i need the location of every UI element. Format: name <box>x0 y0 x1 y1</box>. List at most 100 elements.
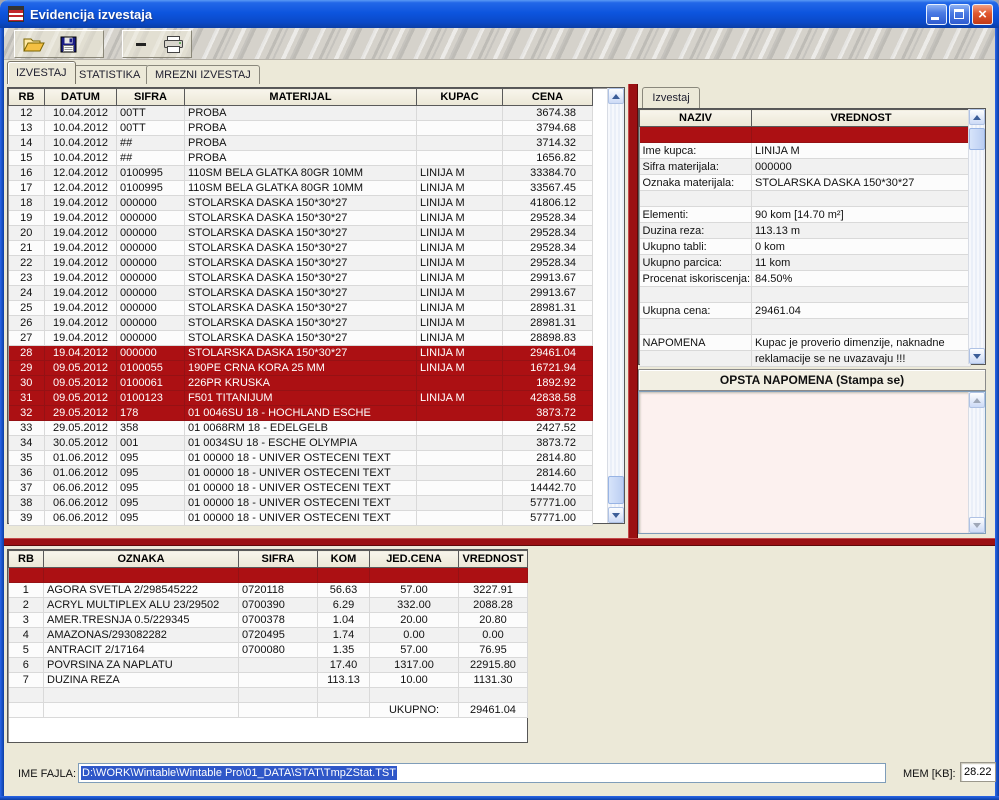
detail-row[interactable]: Duzina reza:113.13 m <box>640 223 971 239</box>
col-header-kom[interactable]: KOM <box>318 551 370 568</box>
col-header-kupac[interactable]: KUPAC <box>417 89 503 106</box>
breakdown-row[interactable]: 1AGORA SVETLA 2/298545222 072011856.63 5… <box>9 583 528 598</box>
col-header-rb[interactable]: RB <box>9 89 45 106</box>
mem-value-field[interactable]: 28.22 <box>960 762 996 782</box>
opsta-napomena-memo[interactable] <box>638 391 986 534</box>
material-row[interactable]: 2219.04.2012 000000STOLARSKA DASKA 150*3… <box>9 256 593 271</box>
detail-row[interactable]: Ukupno parcica:11 kom <box>640 255 971 271</box>
material-row[interactable]: 1310.04.2012 00TTPROBA 3794.68 <box>9 121 593 136</box>
col-header-sifra[interactable]: SIFRA <box>239 551 318 568</box>
material-row[interactable]: 1919.04.2012 000000STOLARSKA DASKA 150*3… <box>9 211 593 226</box>
breakdown-row[interactable]: UKUPNO:29461.04 <box>9 703 528 718</box>
col-header-datum[interactable]: DATUM <box>45 89 117 106</box>
tab-izvestaj[interactable]: IZVESTAJ <box>7 61 76 84</box>
material-row[interactable]: 2619.04.2012 000000STOLARSKA DASKA 150*3… <box>9 316 593 331</box>
material-row[interactable]: 2019.04.2012 000000STOLARSKA DASKA 150*3… <box>9 226 593 241</box>
print-button[interactable] <box>161 32 185 56</box>
breakdown-row[interactable]: 6POVRSINA ZA NAPLATU 17.40 1317.0022915.… <box>9 658 528 673</box>
col-header-jed-cena[interactable]: JED.CENA <box>370 551 459 568</box>
material-row[interactable]: 1819.04.2012 000000STOLARSKA DASKA 150*3… <box>9 196 593 211</box>
breakdown-row[interactable]: 5ANTRACIT 2/17164 07000801.35 57.0076.95 <box>9 643 528 658</box>
material-row[interactable]: 3109.05.2012 0100123F501 TITANIJUM LINIJ… <box>9 391 593 406</box>
scroll-up-button[interactable] <box>608 88 624 104</box>
col-header-cena[interactable]: CENA <box>503 89 593 106</box>
col-header-vrednost[interactable]: VREDNOST <box>459 551 528 568</box>
main-tabstrip: IZVESTAJ STATISTIKA MREZNI IZVESTAJ <box>4 60 995 84</box>
material-row[interactable]: 3009.05.2012 0100061226PR KRUSKA 1892.92 <box>9 376 593 391</box>
col-header-oznaka[interactable]: OZNAKA <box>44 551 239 568</box>
client-area: RB DATUM SIFRA MATERIJAL KUPAC CENA 1210… <box>4 84 995 796</box>
save-button[interactable] <box>55 32 81 56</box>
scroll-up-button[interactable] <box>969 392 985 408</box>
material-row[interactable]: 2419.04.2012 000000STOLARSKA DASKA 150*3… <box>9 286 593 301</box>
material-row[interactable]: 1410.04.2012 ##PROBA 3714.32 <box>9 136 593 151</box>
col-header-rb[interactable]: RB <box>9 551 44 568</box>
materials-scrollbar[interactable] <box>607 88 624 523</box>
material-row[interactable]: 3501.06.2012 09501 00000 18 - UNIVER OST… <box>9 451 593 466</box>
memo-scrollbar[interactable] <box>968 392 985 533</box>
detail-row[interactable]: Sifra materijala:000000 <box>640 159 971 175</box>
material-row[interactable]: 1510.04.2012 ##PROBA 1656.82 <box>9 151 593 166</box>
material-row[interactable]: 3329.05.2012 35801 0068RM 18 - EDELGELB … <box>9 421 593 436</box>
material-row[interactable]: 1210.04.2012 00TTPROBA 3674.38 <box>9 106 593 121</box>
scroll-up-button[interactable] <box>969 109 985 125</box>
detail-row[interactable]: NAPOMENAKupac je proverio dimenzije, nak… <box>640 335 971 351</box>
material-row[interactable]: 1612.04.2012 0100995110SM BELA GLATKA 80… <box>9 166 593 181</box>
material-row[interactable]: 2519.04.2012 000000STOLARSKA DASKA 150*3… <box>9 301 593 316</box>
detail-row[interactable]: Oznaka materijala:STOLARSKA DASKA 150*30… <box>640 175 971 191</box>
detail-row[interactable]: Elementi:90 kom [14.70 m²] <box>640 207 971 223</box>
arrow-up-icon <box>973 398 981 403</box>
detail-tab-izvestaj[interactable]: Izvestaj <box>642 87 700 108</box>
detail-scrollbar[interactable] <box>968 109 985 364</box>
vertical-splitter[interactable] <box>628 84 638 538</box>
material-row[interactable]: 2719.04.2012 000000STOLARSKA DASKA 150*3… <box>9 331 593 346</box>
material-row[interactable]: 2909.05.2012 0100055190PE CRNA KORA 25 M… <box>9 361 593 376</box>
detail-row[interactable]: Ime kupca:LINIJA M <box>640 143 971 159</box>
remove-button[interactable] <box>129 32 153 56</box>
material-row[interactable]: 3706.06.2012 09501 00000 18 - UNIVER OST… <box>9 481 593 496</box>
minimize-button[interactable] <box>926 4 947 25</box>
breakdown-row[interactable]: 4AMAZONAS/293082282 07204951.74 0.000.00 <box>9 628 528 643</box>
col-header-materijal[interactable]: MATERIJAL <box>185 89 417 106</box>
breakdown-row[interactable] <box>9 688 528 703</box>
col-header-vrednost[interactable]: VREDNOST <box>752 110 971 127</box>
materials-grid: RB DATUM SIFRA MATERIJAL KUPAC CENA 1210… <box>7 87 625 524</box>
breakdown-row[interactable] <box>9 568 528 583</box>
material-row[interactable]: 3601.06.2012 09501 00000 18 - UNIVER OST… <box>9 466 593 481</box>
col-header-sifra[interactable]: SIFRA <box>117 89 185 106</box>
material-row[interactable]: 2119.04.2012 000000STOLARSKA DASKA 150*3… <box>9 241 593 256</box>
material-row[interactable]: 3229.05.2012 17801 0046SU 18 - HOCHLAND … <box>9 406 593 421</box>
material-row[interactable]: 2319.04.2012 000000STOLARSKA DASKA 150*3… <box>9 271 593 286</box>
scroll-down-button[interactable] <box>969 348 985 364</box>
breakdown-row[interactable]: 2ACRYL MULTIPLEX ALU 23/29502 07003906.2… <box>9 598 528 613</box>
detail-row[interactable] <box>640 191 971 207</box>
detail-row[interactable]: reklamacije se ne uvazavaju !!! <box>640 351 971 367</box>
tab-mrezni-izvestaj[interactable]: MREZNI IZVESTAJ <box>146 65 260 84</box>
col-header-naziv[interactable]: NAZIV <box>640 110 752 127</box>
detail-row[interactable]: Procenat iskoriscenja:84.50% <box>640 271 971 287</box>
breakdown-row[interactable]: 3AMER.TRESNJA 0.5/229345 07003781.04 20.… <box>9 613 528 628</box>
detail-row[interactable] <box>640 319 971 335</box>
scrollbar-thumb[interactable] <box>969 128 985 150</box>
file-name-input[interactable]: D:\WORK\Wintable\Wintable Pro\01_DATA\ST… <box>78 763 886 783</box>
scroll-down-button[interactable] <box>608 507 624 523</box>
scroll-down-button[interactable] <box>969 517 985 533</box>
material-row[interactable]: 3430.05.2012 00101 0034SU 18 - ESCHE OLY… <box>9 436 593 451</box>
breakdown-row[interactable]: 7DUZINA REZA 113.13 10.001131.30 <box>9 673 528 688</box>
material-row[interactable]: 3906.06.2012 09501 00000 18 - UNIVER OST… <box>9 511 593 526</box>
detail-row[interactable] <box>640 127 971 143</box>
scrollbar-thumb[interactable] <box>608 476 624 504</box>
detail-row[interactable] <box>640 287 971 303</box>
close-button[interactable]: × <box>972 4 993 25</box>
open-button[interactable] <box>21 32 47 56</box>
material-row[interactable]: 1712.04.2012 0100995110SM BELA GLATKA 80… <box>9 181 593 196</box>
app-window: Evidencija izvestaja × <box>0 0 999 800</box>
detail-row[interactable]: Ukupno tabli:0 kom <box>640 239 971 255</box>
horizontal-splitter[interactable] <box>4 538 995 546</box>
breakdown-grid: RB OZNAKA SIFRA KOM JED.CENA VREDNOST <box>7 549 528 743</box>
tab-statistika[interactable]: STATISTIKA <box>70 65 149 84</box>
maximize-button[interactable] <box>949 4 970 25</box>
detail-row[interactable]: Ukupna cena:29461.04 <box>640 303 971 319</box>
material-row[interactable]: 3806.06.2012 09501 00000 18 - UNIVER OST… <box>9 496 593 511</box>
material-row[interactable]: 2819.04.2012 000000STOLARSKA DASKA 150*3… <box>9 346 593 361</box>
